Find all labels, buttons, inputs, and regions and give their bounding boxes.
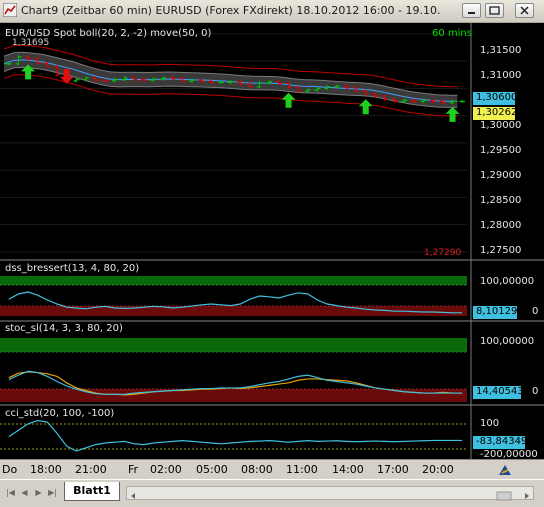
scrollbar-arrows [131,491,529,501]
cci-line [8,419,463,452]
chart-tool-icon[interactable] [496,462,514,477]
price-top-partial: 1,31695 [12,38,50,48]
minimize-button[interactable] [462,3,481,18]
scroll-right-icon [525,493,529,499]
price-low-marker: 1,27290 [424,248,462,258]
time-label: 14:00 [332,463,364,476]
stoc-bottom-tick: 0 [532,386,539,397]
time-label: 18:00 [30,463,62,476]
dss-top-tick: 100,00000 [480,276,535,287]
close-button[interactable] [515,3,534,18]
cci-panel [0,419,467,452]
dss-bottom-tick: 0 [532,306,539,317]
sheet-tab-label: Blatt1 [73,484,111,497]
sheet-tab-blatt1[interactable]: Blatt1 [64,482,120,501]
scroll-left-icon [131,493,135,499]
y-tick-label: 1,28500 [480,195,522,206]
chart-area[interactable]: EUR/USD Spot boll(20, 2, -2) move(50, 0)… [0,23,544,460]
scroll-thumb [496,491,512,501]
first-sheet-button[interactable]: |◀ [4,486,17,499]
y-tick-label: 1,29000 [480,170,522,181]
restore-icon [489,6,500,15]
next-sheet-button[interactable]: ▶ [32,486,45,499]
chart-canvas[interactable] [0,23,544,459]
y-tick-label: 1,31000 [480,70,522,81]
dss-value-badge: 8,10129 [476,306,518,317]
last-sheet-button[interactable]: ▶| [46,486,59,499]
time-label: 08:00 [241,463,273,476]
dss-panel [0,276,467,316]
stoc-top-tick: 100,00000 [480,336,535,347]
window-titlebar[interactable]: Chart9 (Zeitbar 60 min) EURUSD (Forex FX… [0,0,544,23]
y-tick-label: 1,27500 [480,245,522,256]
y-tick-label: 1,28000 [480,220,522,231]
restore-button[interactable] [485,3,504,18]
time-label: Do [2,463,18,476]
interval-label: 60 mins [432,28,472,39]
cci-top-tick: 100 [480,418,500,429]
time-label: 05:00 [196,463,228,476]
time-label: 17:00 [377,463,409,476]
minimize-icon [468,12,475,14]
dss-panel-label: dss_bressert(13, 4, 80, 20) [5,263,140,274]
close-icon [520,6,529,15]
cci-panel-label: cci_std(20, 100, -100) [5,408,115,419]
stoc-value-badge: 14,40543 [476,386,524,397]
price-badge-upper: 1,30600 [476,92,518,103]
time-axis[interactable]: Do 18:00 21:00 Fr 02:00 05:00 08:00 11:0… [0,459,544,480]
prev-sheet-button[interactable]: ◀ [18,486,31,499]
time-label: 21:00 [75,463,107,476]
time-label: 20:00 [422,463,454,476]
time-label: 11:00 [286,463,318,476]
y-tick-label: 1,31500 [480,45,522,56]
price-badge-lower: 1,30262 [476,107,518,118]
y-tick-label: 1,30000 [480,120,522,131]
horizontal-scrollbar[interactable] [126,486,534,501]
cci-value-badge: -83,84349 [476,436,528,447]
stoc-panel-label: stoc_sl(14, 3, 3, 80, 20) [5,323,123,334]
sheet-tabbar: |◀ ◀ ▶ ▶| Blatt1 [0,479,544,507]
time-label: 02:00 [150,463,182,476]
chart-app-icon [3,3,17,17]
time-label: Fr [128,463,139,476]
y-tick-label: 1,29500 [480,145,522,156]
window-title: Chart9 (Zeitbar 60 min) EURUSD (Forex FX… [21,4,441,17]
stoc-panel [0,338,467,402]
